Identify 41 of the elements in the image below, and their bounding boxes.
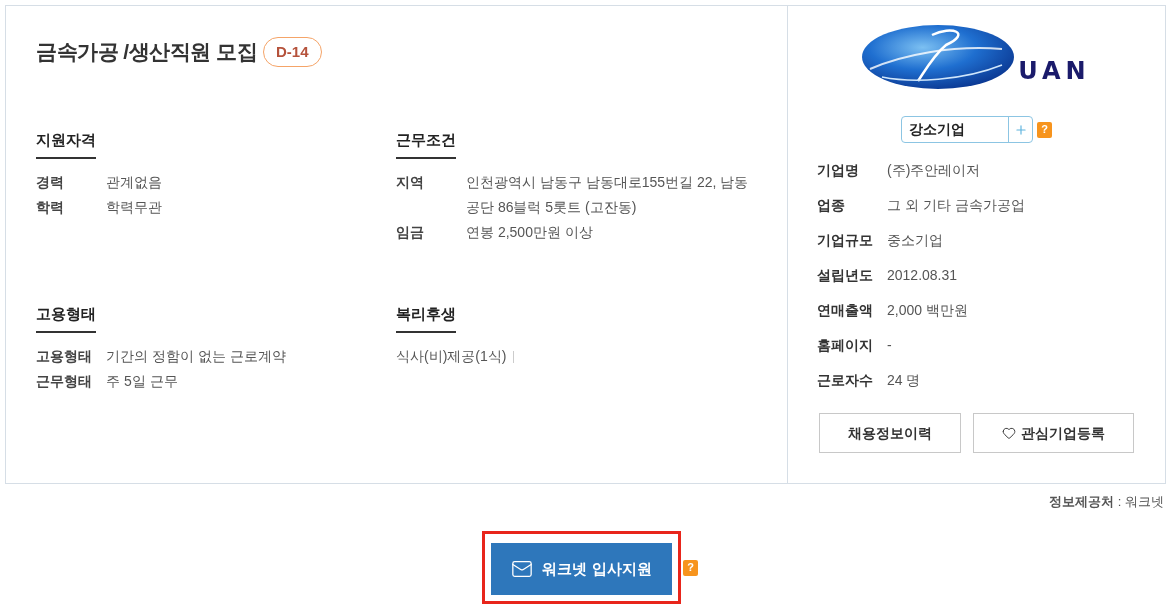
section-heading: 복리후생 bbox=[396, 304, 456, 333]
job-title: 금속가공 /생산직원 모집 bbox=[36, 39, 257, 65]
section-heading: 고용형태 bbox=[36, 304, 96, 333]
envelope-icon bbox=[511, 558, 534, 580]
info-label: 설립년도 bbox=[817, 266, 874, 285]
info-label: 업종 bbox=[817, 196, 846, 215]
field-label: 학력 bbox=[36, 198, 65, 217]
info-value: 2,000 백만원 bbox=[887, 301, 968, 320]
field-value: 관계없음 bbox=[106, 173, 162, 192]
field-value: 인천광역시 남동구 남동대로155번길 22, 남동공단 86블럭 5롯트 (고잔동) bbox=[466, 173, 750, 217]
source-note: 정보제공처 : 워크넷 bbox=[1049, 494, 1164, 510]
info-value: 24 명 bbox=[887, 371, 921, 390]
section-heading: 지원자격 bbox=[36, 130, 96, 159]
field-label: 경력 bbox=[36, 173, 65, 192]
company-button[interactable]: 채용정보이력 bbox=[819, 413, 961, 453]
plus-icon bbox=[1013, 122, 1028, 137]
apply-button[interactable]: 워크넷 입사지원 bbox=[491, 543, 672, 595]
logo-text: UAN bbox=[1018, 59, 1091, 83]
info-label: 연매출액 bbox=[817, 301, 874, 320]
field-value: 기간의 정함이 없는 근로계약 bbox=[106, 347, 286, 366]
field-value: 연봉 2,500만원 이상 bbox=[466, 223, 593, 242]
info-label: 기업규모 bbox=[817, 231, 874, 250]
field-label: 고용형태 bbox=[36, 347, 93, 366]
info-label: 근로자수 bbox=[817, 371, 874, 390]
info-value: 중소기업 bbox=[887, 231, 943, 250]
info-label: 홈페이지 bbox=[817, 336, 874, 355]
info-value: - bbox=[887, 336, 892, 355]
benefit-item: 식사(비)제공(1식) bbox=[396, 347, 507, 366]
tag-label: 강소기업 bbox=[908, 120, 966, 139]
info-label: 기업명 bbox=[817, 161, 860, 180]
info-value: 그 외 기타 금속가공업 bbox=[887, 196, 1025, 215]
field-value: 학력무관 bbox=[106, 198, 162, 217]
section-heading: 근무조건 bbox=[396, 130, 456, 159]
info-value: 2012.08.31 bbox=[887, 266, 958, 285]
field-label: 지역 bbox=[396, 173, 425, 192]
company-button[interactable]: 관심기업등록 bbox=[973, 413, 1134, 453]
field-label: 임금 bbox=[396, 223, 425, 242]
info-value: (주)주안레이저 bbox=[887, 161, 981, 180]
heart-icon bbox=[1002, 426, 1016, 440]
field-value: 주 5일 근무 bbox=[106, 372, 178, 391]
field-label: 근무형태 bbox=[36, 372, 93, 391]
